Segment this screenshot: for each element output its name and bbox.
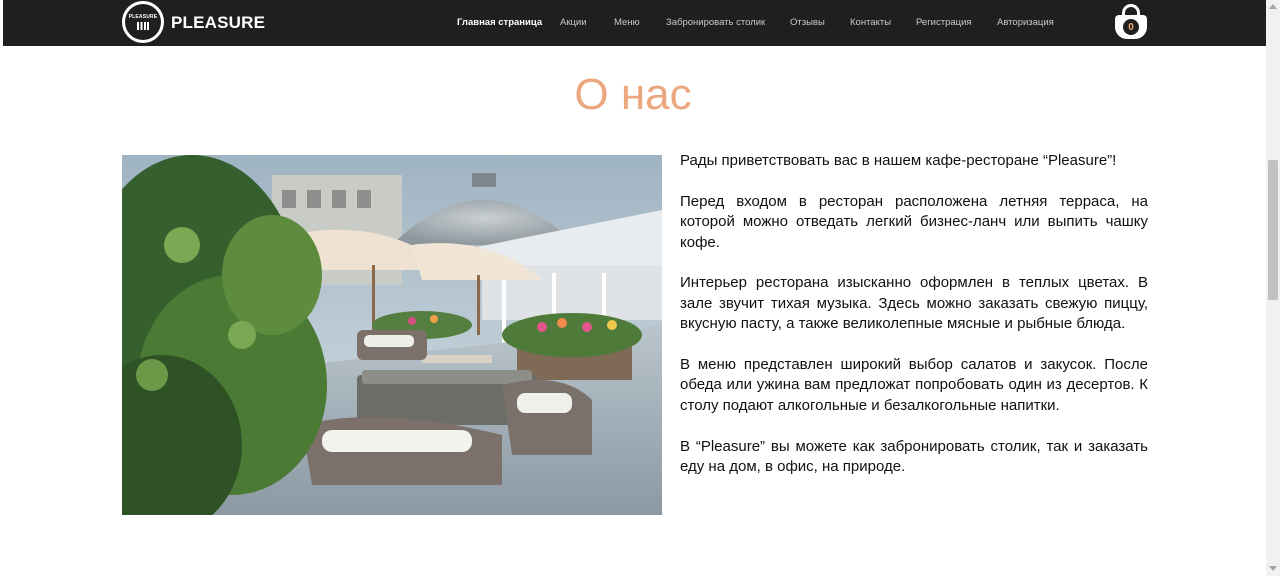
nav-registration[interactable]: Регистрация xyxy=(916,17,972,28)
nav-login[interactable]: Авторизация xyxy=(997,17,1054,28)
terrace-illustration xyxy=(122,155,662,515)
about-paragraph: В меню представлен широкий выбор салатов… xyxy=(680,356,1148,414)
logo-cup-icon xyxy=(137,21,149,30)
section-title: О нас xyxy=(574,70,692,119)
nav-reviews[interactable]: Отзывы xyxy=(790,17,825,28)
scroll-thumb[interactable] xyxy=(1268,160,1278,300)
logo-text: PLEASURE xyxy=(128,13,158,20)
about-paragraph: Перед входом в ресторан расположена летн… xyxy=(680,192,1148,251)
cart-body: 0 xyxy=(1115,15,1147,39)
page-scrollbar[interactable] xyxy=(1266,0,1280,576)
logo-emblem: PLEASURE xyxy=(125,4,161,40)
site-header: PLEASURE PLEASURE Главная страница Акции… xyxy=(3,0,1266,46)
about-paragraph: Рады приветствовать вас в нашем кафе-рес… xyxy=(680,152,1117,169)
nav-home[interactable]: Главная страница xyxy=(457,17,542,28)
about-paragraph: В “Pleasure” вы можете как забронировать… xyxy=(680,437,1148,476)
nav-promotions[interactable]: Акции xyxy=(560,17,587,28)
scroll-up-arrow-icon[interactable] xyxy=(1269,4,1277,9)
brand-name[interactable]: PLEASURE xyxy=(171,13,265,33)
cart-count-badge: 0 xyxy=(1123,19,1139,35)
nav-menu[interactable]: Меню xyxy=(614,17,640,28)
about-paragraph: Интерьер ресторана изысканно оформлен в … xyxy=(680,274,1148,333)
about-text: Рады приветствовать вас в нашем кафе-рес… xyxy=(680,151,1148,498)
scroll-down-arrow-icon[interactable] xyxy=(1269,566,1277,571)
logo[interactable]: PLEASURE xyxy=(122,1,164,43)
cart-button[interactable]: 0 xyxy=(1114,3,1148,41)
nav-book-table[interactable]: Забронировать столик xyxy=(666,17,765,28)
nav-contacts[interactable]: Контакты xyxy=(850,17,891,28)
restaurant-terrace-photo xyxy=(122,155,662,515)
